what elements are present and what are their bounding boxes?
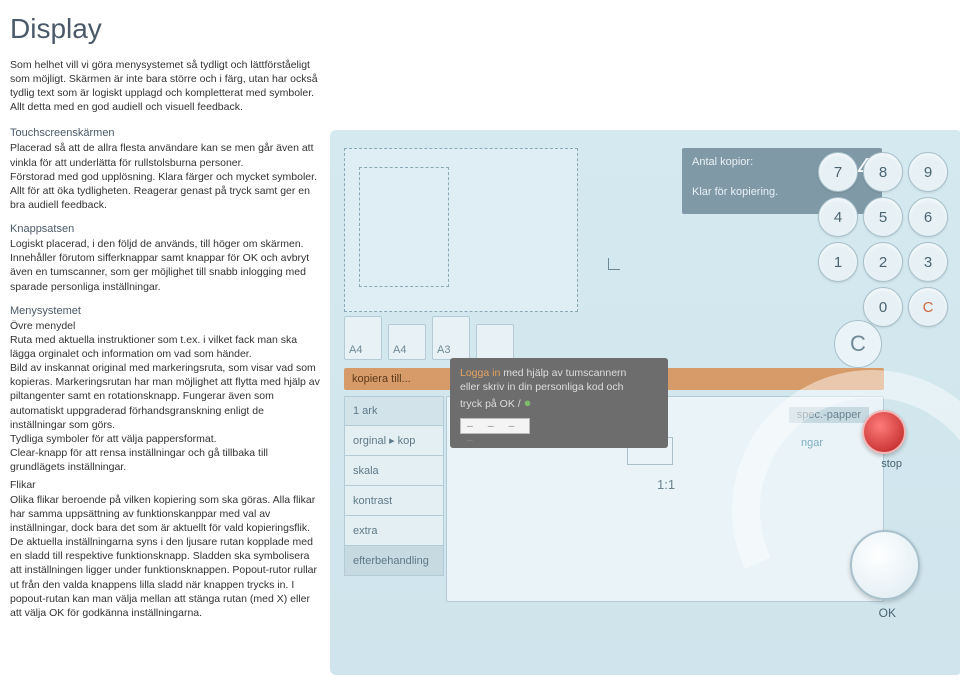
section-body: Placerad så att de allra flesta användar…: [10, 141, 320, 212]
subsection-title: Övre menydel: [10, 319, 320, 333]
ok-label: OK: [879, 606, 896, 620]
section-menysystemet: Menysystemet Övre menydel Ruta med aktue…: [10, 304, 320, 620]
key-3[interactable]: 3: [908, 242, 948, 282]
scanner-bed[interactable]: [344, 148, 578, 312]
tooltip-line: tryck på OK /: [460, 398, 524, 410]
display-mockup-panel: Antal kopior: 4 Klar för kopiering. A4 A…: [330, 130, 960, 675]
description-column: Display Som helhet vill vi göra menysyst…: [10, 10, 320, 630]
partial-label: ngar: [801, 437, 823, 449]
page-title: Display: [10, 10, 320, 48]
paper-blank-button[interactable]: [476, 324, 514, 360]
paper-size-row: A4 A4 A3: [344, 316, 514, 360]
tooltip-line: eller skriv in din personliga kod och: [460, 380, 658, 394]
section-touchscreen: Touchscreenskärmen Placerad så att de al…: [10, 126, 320, 212]
paper-a4-button[interactable]: A4: [344, 316, 382, 360]
code-input[interactable]: – – – –: [460, 418, 530, 434]
subsection-body: Olika flikar beroende på vilken kopierin…: [10, 493, 320, 621]
paper-a3-button[interactable]: A3: [432, 316, 470, 360]
section-knappsatsen: Knappsatsen Logiskt placerad, i den följ…: [10, 222, 320, 294]
key-2[interactable]: 2: [863, 242, 903, 282]
stop-label: stop: [881, 458, 902, 470]
subsection-title: Flikar: [10, 478, 320, 492]
key-clear[interactable]: C: [908, 287, 948, 327]
tooltip-line: med hjälp av tumscannern: [500, 367, 626, 379]
key-9[interactable]: 9: [908, 152, 948, 192]
option-strip: 1 ark orginal ▸ kop skala kontrast extra…: [344, 396, 444, 576]
key-4[interactable]: 4: [818, 197, 858, 237]
section-title: Touchscreenskärmen: [10, 126, 320, 141]
crop-corner-icon: [608, 258, 620, 270]
option-kontrast[interactable]: kontrast: [344, 486, 444, 516]
key-1[interactable]: 1: [818, 242, 858, 282]
stop-button[interactable]: [862, 410, 906, 454]
paper-a4-landscape-button[interactable]: A4: [388, 324, 426, 360]
option-skala[interactable]: skala: [344, 456, 444, 486]
key-0[interactable]: 0: [863, 287, 903, 327]
clear-button[interactable]: C: [834, 320, 882, 368]
tooltip-highlight: Logga in: [460, 367, 500, 379]
option-ark[interactable]: 1 ark: [344, 396, 444, 426]
scale-ratio: 1:1: [657, 477, 675, 492]
numeric-keypad: 7 8 9 4 5 6 1 2 3 0 C: [818, 152, 948, 327]
login-tooltip: Logga in med hjälp av tumscannern eller …: [450, 358, 668, 448]
spec-papper-tab[interactable]: spec.-papper: [789, 407, 869, 423]
document-marker[interactable]: [359, 167, 449, 287]
intro-text: Som helhet vill vi göra menysystemet så …: [10, 58, 320, 115]
key-7[interactable]: 7: [818, 152, 858, 192]
copy-count-label: Antal kopior:: [692, 156, 753, 168]
section-body: Logiskt placerad, i den följd de används…: [10, 237, 320, 294]
option-efterbehandling[interactable]: efterbehandling: [344, 546, 444, 576]
key-8[interactable]: 8: [863, 152, 903, 192]
key-5[interactable]: 5: [863, 197, 903, 237]
ok-dot-icon: ●: [524, 395, 532, 410]
section-title: Knappsatsen: [10, 222, 320, 237]
option-extra[interactable]: extra: [344, 516, 444, 546]
key-6[interactable]: 6: [908, 197, 948, 237]
subsection-body: Ruta med aktuella instruktioner som t.ex…: [10, 333, 320, 475]
option-orginal[interactable]: orginal ▸ kop: [344, 426, 444, 456]
ok-button[interactable]: [850, 530, 920, 600]
section-title: Menysystemet: [10, 304, 320, 319]
